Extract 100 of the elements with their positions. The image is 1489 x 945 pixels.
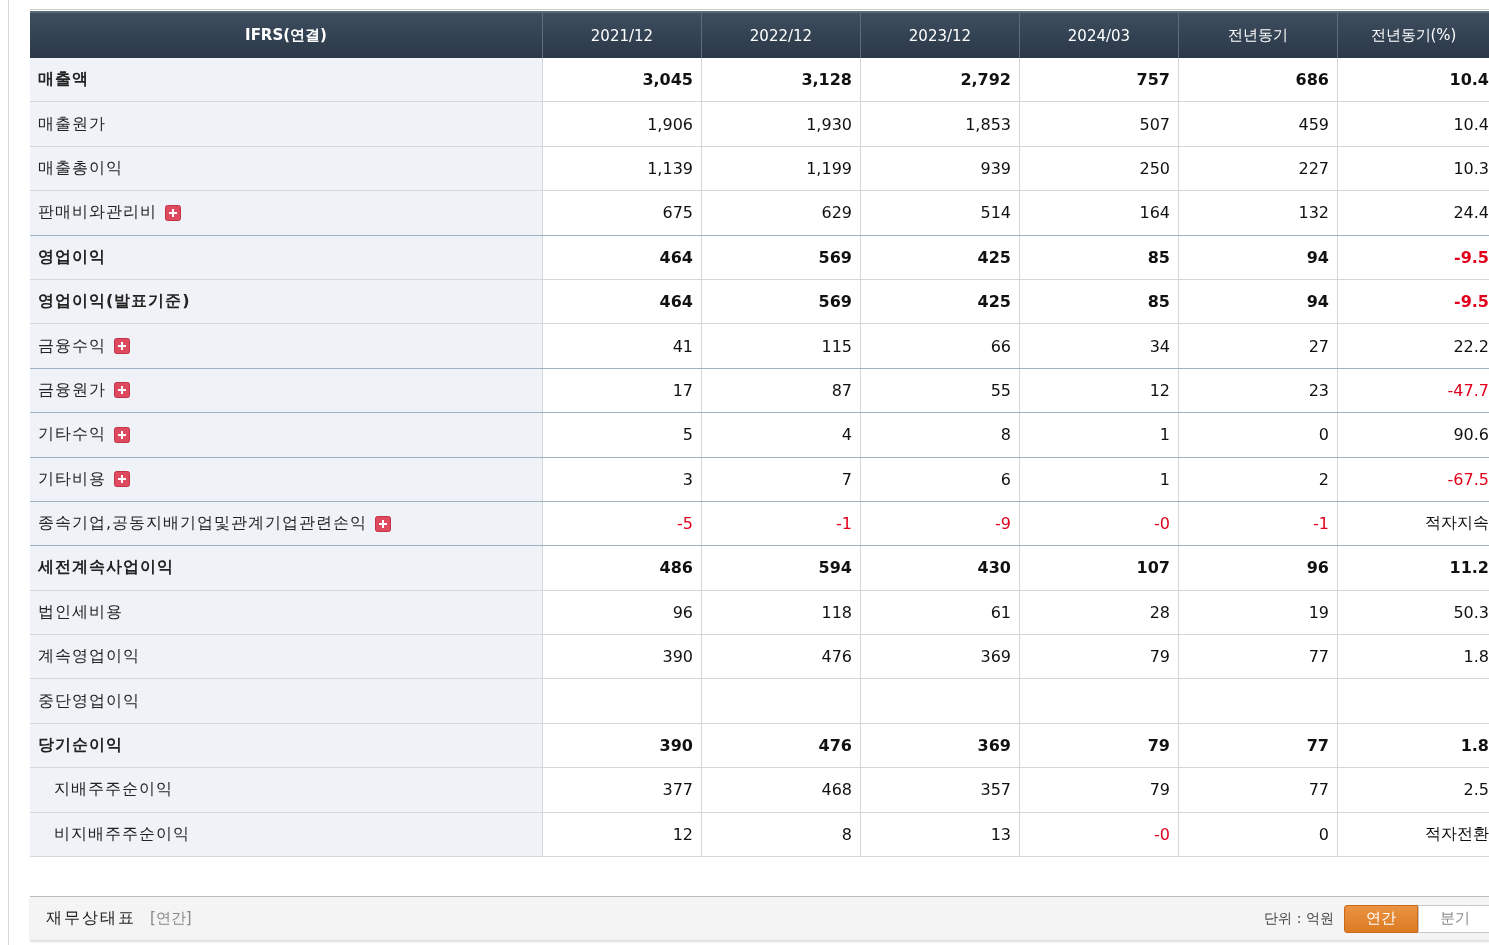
table-cell: 11.2	[1449, 558, 1489, 578]
table-cell: 939	[980, 158, 1011, 178]
table-cell: 27	[1308, 336, 1329, 356]
table-cell: 4	[841, 425, 852, 445]
row-label: 영업이익	[38, 246, 106, 268]
table-cell: 507	[1139, 114, 1170, 134]
table-cell: 115	[821, 336, 852, 356]
table-cell: 227	[1298, 158, 1329, 178]
table-cell: 12	[672, 824, 693, 844]
table-cell: 569	[818, 292, 852, 312]
table-cell: 17	[672, 380, 693, 400]
table-cell: 464	[659, 292, 693, 312]
table-cell: 3,045	[642, 70, 693, 90]
table-cell: 5	[682, 425, 693, 445]
table-cell: 7	[841, 469, 852, 489]
table-cell: 22.2	[1453, 336, 1489, 356]
table-cell: 0	[1318, 425, 1329, 445]
table-cell: 486	[659, 558, 693, 578]
table-cell: 377	[662, 780, 693, 800]
table-cell: -47.7	[1447, 380, 1489, 400]
row-label: 매출액	[38, 69, 89, 91]
table-cell: 757	[1136, 70, 1170, 90]
table-cell: 8	[841, 824, 852, 844]
column-header: 2023/12	[860, 13, 1019, 58]
table-cell: 629	[821, 203, 852, 223]
table-cell: 90.6	[1453, 425, 1489, 445]
table-cell: 425	[977, 247, 1011, 267]
table-cell: -1	[836, 514, 852, 534]
plus-icon[interactable]	[114, 338, 130, 355]
row-label: 계속영업이익	[38, 646, 140, 668]
row-label: 중단영업이익	[38, 690, 140, 712]
table-cell: 1,930	[806, 114, 852, 134]
table-cell: 1	[1159, 425, 1170, 445]
column-header: 2021/12	[542, 13, 701, 58]
plus-icon[interactable]	[165, 204, 181, 221]
table-cell: 569	[818, 247, 852, 267]
table-cell: -9.5	[1454, 292, 1489, 312]
table-cell: 2,792	[960, 70, 1011, 90]
table-cell: 79	[1149, 647, 1170, 667]
row-label: 판매비와관리비	[38, 202, 157, 224]
table-cell: -5	[677, 514, 693, 534]
row-label: 지배주주순이익	[54, 779, 173, 801]
unit-label: 단위 : 억원	[1264, 909, 1334, 928]
table-cell: 10.4	[1449, 70, 1489, 90]
table-cell: 87	[831, 380, 852, 400]
table-cell: -0	[1154, 824, 1170, 844]
row-label: 기타수익	[38, 424, 106, 446]
row-label: 금융수익	[38, 335, 106, 357]
table-cell: 425	[977, 292, 1011, 312]
row-label: 매출총이익	[38, 157, 123, 179]
plus-icon[interactable]	[114, 471, 130, 488]
table-cell: 1,199	[806, 158, 852, 178]
period-toggle[interactable]: 연간	[1344, 904, 1418, 933]
table-cell: 476	[818, 736, 852, 756]
section-title: 재무상태표	[46, 908, 136, 930]
column-header: 2022/12	[701, 13, 860, 58]
row-label: 기타비용	[38, 468, 106, 490]
table-cell: 675	[662, 203, 693, 223]
row-label: 세전계속사업이익	[38, 557, 174, 579]
table-cell: 390	[659, 736, 693, 756]
table-cell: 459	[1298, 114, 1329, 134]
table-cell: 0	[1318, 824, 1329, 844]
period-toggle[interactable]: 분기	[1418, 904, 1489, 933]
table-cell: 41	[672, 336, 693, 356]
table-cell: -0	[1154, 514, 1170, 534]
table-cell: -9.5	[1454, 247, 1489, 267]
table-cell: 686	[1295, 70, 1329, 90]
period-label: [연간]	[150, 909, 192, 929]
plus-icon[interactable]	[375, 515, 392, 532]
table-cell: 96	[672, 602, 693, 622]
table-cell: 468	[821, 780, 852, 800]
table-cell: 28	[1149, 602, 1170, 622]
column-header: 전년동기(%)	[1337, 13, 1489, 58]
table-cell: 19	[1308, 602, 1329, 622]
plus-icon[interactable]	[114, 382, 130, 399]
table-cell: 369	[980, 647, 1011, 667]
table-cell: 77	[1308, 647, 1329, 667]
table-cell: 1,139	[647, 158, 693, 178]
table-cell: -67.5	[1447, 469, 1489, 489]
table-cell: 적자전환	[1425, 823, 1489, 845]
table-cell: 96	[1306, 558, 1329, 578]
table-cell: 79	[1149, 780, 1170, 800]
table-cell: 66	[990, 336, 1011, 356]
table-cell: 79	[1147, 736, 1170, 756]
table-cell: -9	[995, 514, 1011, 534]
plus-icon[interactable]	[114, 426, 130, 443]
table-cell: 8	[1000, 425, 1011, 445]
table-cell: 369	[977, 736, 1011, 756]
table-cell: 390	[662, 647, 693, 667]
table-cell: 10.4	[1453, 114, 1489, 134]
table-cell: 3,128	[801, 70, 852, 90]
table-cell: 3	[682, 469, 693, 489]
table-cell: 10.3	[1453, 158, 1489, 178]
table-cell: 23	[1308, 380, 1329, 400]
table-cell: 430	[977, 558, 1011, 578]
row-label: 영업이익(발표기준)	[38, 291, 191, 313]
table-cell: 1.8	[1463, 647, 1489, 667]
table-cell: 1,906	[647, 114, 693, 134]
table-cell: 514	[980, 203, 1011, 223]
table-cell: 118	[821, 602, 852, 622]
